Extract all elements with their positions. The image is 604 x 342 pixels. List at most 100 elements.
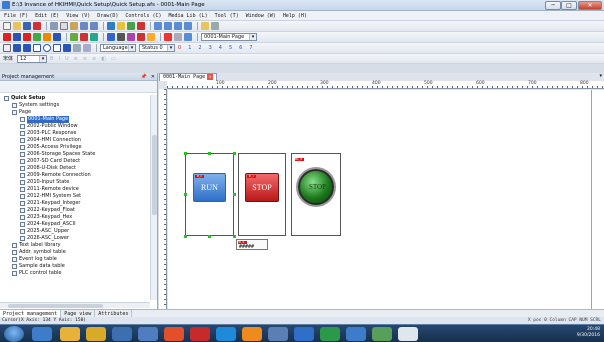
- menu-media-lib[interactable]: Media Lib (L): [168, 13, 207, 19]
- status-7-button[interactable]: 7: [249, 45, 252, 51]
- bit-lamp-icon[interactable]: [23, 33, 31, 41]
- resize-handle[interactable]: [208, 152, 211, 155]
- pdf-icon[interactable]: [190, 327, 210, 341]
- status-select[interactable]: Status 0 ▾: [139, 44, 175, 52]
- align-center-icon[interactable]: [164, 22, 172, 30]
- multi-state-icon[interactable]: [33, 33, 41, 41]
- run-button-frame[interactable]: B_0 RUN: [185, 153, 234, 236]
- tree-node[interactable]: 0001-Main Page: [4, 116, 150, 123]
- menu-edit[interactable]: Edit (E): [35, 13, 59, 19]
- status-2-button[interactable]: 2: [198, 45, 201, 51]
- tree-node[interactable]: Sample data table: [4, 263, 150, 270]
- align-right-icon[interactable]: ≡: [92, 56, 96, 62]
- keypad-icon[interactable]: [147, 33, 155, 41]
- tree-node[interactable]: 2003-PLC Response: [4, 130, 150, 137]
- italic-icon[interactable]: I: [58, 56, 59, 62]
- table-icon[interactable]: [174, 33, 182, 41]
- image-tool-icon[interactable]: [83, 44, 91, 52]
- tree-node[interactable]: Text label library: [4, 242, 150, 249]
- tree-node[interactable]: Event log table: [4, 256, 150, 263]
- language-select[interactable]: Language 1 ▾: [100, 44, 136, 52]
- menu-window[interactable]: Window (W): [246, 13, 276, 19]
- tree-node[interactable]: 2006-Storage Spaces State: [4, 151, 150, 158]
- tree-node[interactable]: 2007-SD Card Detect: [4, 158, 150, 165]
- resize-handle[interactable]: [233, 235, 236, 238]
- skype-icon[interactable]: [216, 327, 236, 341]
- status-5-button[interactable]: 5: [229, 45, 232, 51]
- numeric-input-icon[interactable]: [43, 33, 51, 41]
- line-tool-icon[interactable]: [13, 44, 21, 52]
- minimize-button[interactable]: ─: [545, 1, 561, 10]
- page-select[interactable]: 0001-Main Page ▾: [201, 33, 257, 41]
- page-canvas[interactable]: B_0 RUN B_1 STOP BL_0 STOP W_0 #####: [168, 90, 604, 309]
- delete-icon[interactable]: [164, 33, 172, 41]
- tree-node[interactable]: 2026-ASC_Lower: [4, 235, 150, 242]
- tree-node[interactable]: Quick Setup: [4, 95, 150, 102]
- tree-node[interactable]: 2005-Access Privilege: [4, 144, 150, 151]
- resize-handle[interactable]: [184, 193, 187, 196]
- font-size-select[interactable]: 12 ▾: [17, 54, 48, 63]
- resize-handle[interactable]: [208, 235, 211, 238]
- underline-icon[interactable]: U: [65, 56, 69, 62]
- tree-node[interactable]: 2023-Keypad_Hex: [4, 214, 150, 221]
- folder-icon[interactable]: [86, 327, 106, 341]
- tree-node[interactable]: PLC control table: [4, 270, 150, 277]
- copy-icon[interactable]: [60, 22, 68, 30]
- maximize-button[interactable]: □: [561, 1, 577, 10]
- app-icon[interactable]: [320, 327, 340, 341]
- rectangle-tool-icon[interactable]: [33, 44, 41, 52]
- close-icon[interactable]: ✕: [207, 74, 214, 80]
- bold-icon[interactable]: B: [50, 56, 53, 62]
- scroll-thumb[interactable]: [8, 304, 103, 308]
- window-icon[interactable]: [398, 327, 418, 341]
- tree-node[interactable]: 2021-Keypad_Integer: [4, 200, 150, 207]
- cut-icon[interactable]: [50, 22, 58, 30]
- menu-file[interactable]: File (F): [4, 13, 28, 19]
- fill-color-icon[interactable]: ◧: [101, 56, 106, 62]
- chrome-icon[interactable]: [164, 327, 184, 341]
- resize-handle[interactable]: [184, 235, 187, 238]
- tree-node[interactable]: Page: [4, 109, 150, 116]
- folder-icon[interactable]: [201, 22, 209, 30]
- polygon-tool-icon[interactable]: [53, 44, 61, 52]
- tree-node[interactable]: 2022-Keypad_Float: [4, 207, 150, 214]
- text-input-icon[interactable]: [53, 33, 61, 41]
- chevron-down-icon[interactable]: ▾: [599, 73, 602, 79]
- app-icon[interactable]: [294, 327, 314, 341]
- tree-node[interactable]: 2004-HMI Connection: [4, 137, 150, 144]
- resize-handle[interactable]: [233, 193, 236, 196]
- alarm-icon[interactable]: [80, 33, 88, 41]
- app-icon[interactable]: [138, 327, 158, 341]
- status-4-button[interactable]: 4: [219, 45, 222, 51]
- status-1-button[interactable]: 1: [188, 45, 191, 51]
- status-3-button[interactable]: 3: [209, 45, 212, 51]
- menu-tool[interactable]: Tool (T): [215, 13, 239, 19]
- status-6-button[interactable]: 6: [239, 45, 242, 51]
- run-button[interactable]: B_0 RUN: [193, 173, 226, 202]
- tree-node[interactable]: 2025-ASC_Upper: [4, 228, 150, 235]
- tree-node[interactable]: 2011-Remote device: [4, 186, 150, 193]
- green-lamp[interactable]: STOP: [298, 169, 334, 205]
- close-icon[interactable]: ✕: [151, 73, 155, 81]
- explorer-icon[interactable]: [60, 327, 80, 341]
- close-button[interactable]: ✕: [578, 1, 602, 10]
- pin-icon[interactable]: 📌: [141, 73, 147, 81]
- align-top-icon[interactable]: [184, 22, 192, 30]
- status-0-button[interactable]: 0: [178, 45, 181, 51]
- tree-node[interactable]: 2012-HMI System Set: [4, 193, 150, 200]
- lamp-frame[interactable]: BL_0 STOP: [291, 153, 341, 236]
- excel-icon[interactable]: [372, 327, 392, 341]
- tree-node[interactable]: 2002-Public Window: [4, 123, 150, 130]
- numeric-display[interactable]: W_0 #####: [236, 239, 268, 250]
- tree-horizontal-scrollbar[interactable]: [0, 302, 150, 308]
- align-center-icon[interactable]: ≡: [83, 56, 87, 62]
- meter-icon[interactable]: [137, 33, 145, 41]
- redo-icon[interactable]: [90, 22, 98, 30]
- polyline-tool-icon[interactable]: [23, 44, 31, 52]
- function-key-icon[interactable]: [117, 33, 125, 41]
- close-file-icon[interactable]: [33, 22, 41, 30]
- open-folder-icon[interactable]: [13, 22, 21, 30]
- page-switch-icon[interactable]: [107, 33, 115, 41]
- paste-icon[interactable]: [70, 22, 78, 30]
- save-icon[interactable]: [23, 22, 31, 30]
